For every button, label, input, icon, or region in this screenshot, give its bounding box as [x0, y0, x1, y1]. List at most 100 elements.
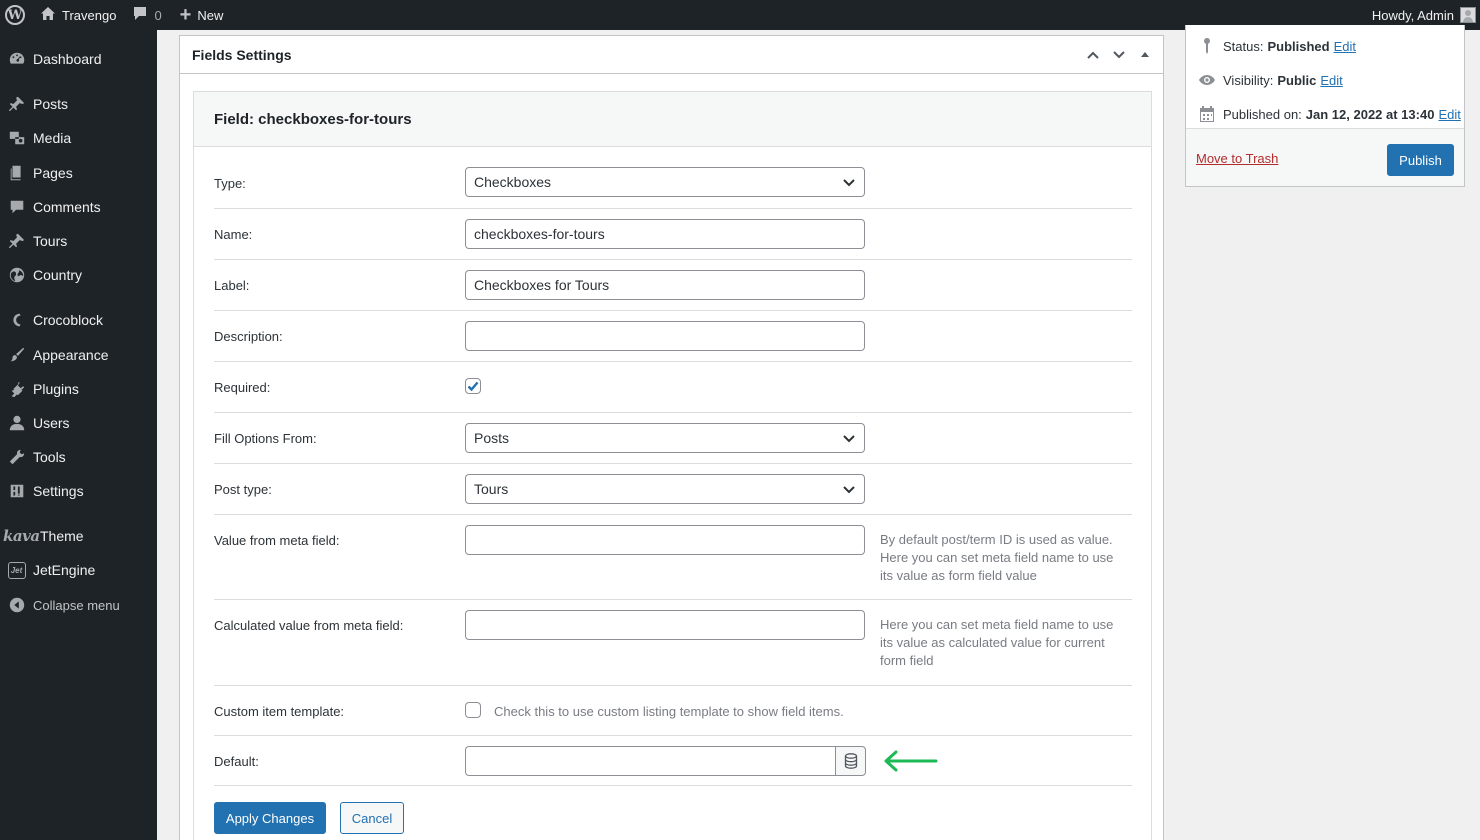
sidebar-item-dashboard[interactable]: Dashboard [0, 42, 157, 76]
user-icon [0, 414, 33, 432]
eye-icon [1196, 71, 1218, 89]
value-meta-row: Value from meta field: By default post/t… [214, 515, 1132, 600]
sidebar-item-theme[interactable]: kava Theme [0, 519, 157, 553]
field-card-header: Field: checkboxes-for-tours [194, 92, 1151, 147]
chevron-down-icon [1113, 51, 1125, 59]
toggle-panel-button[interactable] [1135, 45, 1155, 65]
value-meta-input[interactable] [465, 525, 865, 555]
default-input[interactable] [465, 746, 836, 776]
type-select[interactable]: Checkboxes [465, 167, 865, 197]
sidebar-item-label: Comments [33, 199, 101, 215]
database-icon [844, 753, 857, 769]
move-to-trash-link[interactable]: Move to Trash [1196, 151, 1278, 166]
sidebar-item-crocoblock[interactable]: Crocoblock [0, 303, 157, 337]
default-label: Default: [214, 754, 259, 769]
calc-meta-description: Here you can set meta field name to use … [880, 617, 1114, 668]
fill-options-row: Fill Options From: Posts [214, 413, 1132, 464]
kava-logo: kava [3, 527, 40, 545]
calc-meta-label: Calculated value from meta field: [214, 618, 404, 633]
plugin-icon [0, 380, 33, 398]
sidebar-item-label: Theme [40, 528, 84, 544]
fill-options-select[interactable]: Posts [465, 423, 865, 453]
sidebar-item-tours[interactable]: Tours [0, 224, 157, 258]
sidebar-item-label: Users [33, 415, 70, 431]
required-checkbox[interactable] [465, 378, 481, 394]
avatar [1460, 7, 1476, 23]
calc-meta-input[interactable] [465, 610, 865, 640]
fields-settings-header: Fields Settings [180, 36, 1163, 74]
sidebar-item-label: Tools [33, 449, 66, 465]
fill-options-value: Posts [474, 430, 510, 446]
sidebar-item-label: Tours [33, 233, 68, 249]
required-row: Required: [214, 362, 1132, 413]
globe-icon [0, 266, 33, 284]
calendar-icon [1196, 105, 1218, 123]
site-name-link[interactable]: Travengo [30, 0, 124, 30]
sidebar-item-jetengine[interactable]: Jet JetEngine [0, 553, 157, 587]
collapse-menu-label: Collapse menu [33, 597, 120, 613]
value-meta-label: Value from meta field: [214, 533, 340, 548]
name-input[interactable]: checkboxes-for-tours [465, 219, 865, 249]
sidebar-item-pages[interactable]: Pages [0, 156, 157, 190]
edit-date-link[interactable]: Edit [1438, 107, 1460, 122]
cancel-button[interactable]: Cancel [340, 802, 404, 834]
new-label: New [197, 7, 224, 23]
post-type-value: Tours [474, 481, 509, 497]
move-up-button[interactable] [1083, 45, 1103, 65]
comment-icon [132, 6, 148, 25]
edit-status-link[interactable]: Edit [1334, 39, 1356, 54]
label-input[interactable]: Checkboxes for Tours [465, 270, 865, 300]
sidebar-item-plugins[interactable]: Plugins [0, 372, 157, 406]
pin-icon [0, 95, 33, 113]
chevron-down-icon [842, 482, 856, 496]
collapse-menu-button[interactable]: Collapse menu [0, 588, 157, 622]
label-row: Label: Checkboxes for Tours [214, 260, 1132, 311]
edit-visibility-link[interactable]: Edit [1320, 73, 1342, 88]
sidebar-item-tools[interactable]: Tools [0, 440, 157, 474]
required-label: Required: [214, 380, 271, 395]
jetengine-icon: Jet [0, 561, 33, 579]
chevron-down-icon [842, 431, 856, 445]
publish-button[interactable]: Publish [1387, 144, 1454, 176]
sidebar-item-label: Country [33, 267, 83, 283]
sidebar-item-media[interactable]: Media [0, 121, 157, 155]
value-meta-description: By default post/term ID is used as value… [880, 532, 1114, 583]
comments-link[interactable]: 0 [124, 0, 169, 30]
visibility-row: Visibility: Public Edit [1196, 71, 1343, 89]
post-type-select[interactable]: Tours [465, 474, 865, 504]
wordpress-logo-icon[interactable]: W [0, 0, 30, 30]
description-row: Description: [214, 311, 1132, 362]
published-value: Jan 12, 2022 at 13:40 [1305, 106, 1435, 122]
comment-icon [0, 198, 33, 216]
collapse-icon [0, 596, 33, 614]
plus-icon: + [179, 4, 192, 26]
name-label: Name: [214, 227, 253, 242]
sidebar-item-label: Plugins [33, 381, 79, 397]
custom-template-hint: Check this to use custom listing templat… [494, 704, 844, 719]
sidebar-item-appearance[interactable]: Appearance [0, 338, 157, 372]
status-row: Status: Published Edit [1196, 37, 1356, 55]
new-content-link[interactable]: + New [172, 0, 232, 30]
description-input[interactable] [465, 321, 865, 351]
apply-changes-button[interactable]: Apply Changes [214, 802, 326, 834]
visibility-label: Visibility: [1223, 72, 1274, 88]
sidebar-item-comments[interactable]: Comments [0, 190, 157, 224]
custom-template-checkbox[interactable] [465, 702, 481, 718]
pin-icon [0, 232, 33, 250]
settings-icon [0, 482, 33, 500]
move-down-button[interactable] [1109, 45, 1129, 65]
sidebar-item-country[interactable]: Country [0, 258, 157, 292]
sidebar-item-users[interactable]: Users [0, 406, 157, 440]
publish-box: Status: Published Edit Visibility: Publi… [1185, 25, 1465, 187]
sidebar-item-settings[interactable]: Settings [0, 474, 157, 508]
fields-settings-box: Fields Settings Field: checkboxes-for-to… [179, 35, 1164, 840]
sidebar-item-label: Pages [33, 165, 73, 181]
sidebar-item-posts[interactable]: Posts [0, 87, 157, 121]
fields-settings-title: Fields Settings [192, 46, 292, 63]
published-on-row: Published on: Jan 12, 2022 at 13:40 Edit [1196, 105, 1461, 123]
comments-count: 0 [154, 7, 162, 23]
field-title: Field: checkboxes-for-tours [214, 110, 412, 128]
label-label: Label: [214, 278, 250, 293]
type-row: Type: Checkboxes [214, 147, 1132, 209]
macros-button[interactable] [835, 746, 866, 776]
